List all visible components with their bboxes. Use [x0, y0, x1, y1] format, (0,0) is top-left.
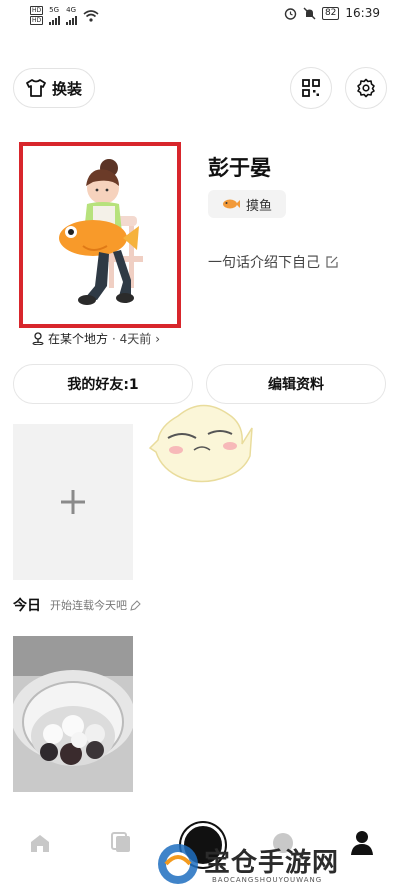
qr-code-button[interactable] — [290, 67, 332, 109]
qr-code-icon — [302, 79, 320, 97]
hd-indicator-1: HD — [30, 6, 44, 15]
cards-icon[interactable] — [110, 831, 132, 853]
mute-bell-icon — [303, 7, 316, 19]
today-label: 今日 — [13, 598, 41, 614]
location-time: · 4天前 — [112, 332, 152, 346]
edit-profile-label: 编辑资料 — [268, 377, 324, 393]
mood-status-tag[interactable]: 摸鱼 — [208, 190, 286, 218]
avatar[interactable] — [19, 142, 181, 328]
hd-indicator-2: HD — [30, 16, 44, 25]
network-type-1: 5G — [49, 5, 60, 14]
tshirt-icon — [26, 79, 46, 97]
status-left: HD HD 5G 4G — [30, 6, 99, 25]
add-post-tile[interactable] — [13, 424, 133, 580]
status-right: 82 16:39 — [284, 6, 380, 20]
watermark-text: 宝仓手游网 — [204, 848, 340, 878]
location-text: 在某个地方 — [48, 332, 109, 346]
status-bar: HD HD 5G 4G 82 16:39 — [0, 0, 400, 30]
streak-text: 开始连载今天吧 — [50, 599, 127, 612]
watermark-subtext: BAOCANGSHOUYOUWANG — [212, 876, 323, 884]
alarm-icon — [284, 7, 297, 20]
plus-icon — [61, 490, 85, 514]
battery-indicator: 82 — [321, 6, 340, 20]
home-icon[interactable] — [29, 833, 51, 853]
change-outfit-button[interactable]: 换装 — [13, 68, 95, 108]
pencil-edit-icon — [130, 599, 141, 611]
mood-status-label: 摸鱼 — [245, 198, 272, 214]
streak-hint[interactable]: 开始连载今天吧 — [50, 597, 141, 613]
change-outfit-label: 换装 — [51, 79, 82, 98]
dessert-photo — [13, 636, 133, 792]
settings-button[interactable] — [345, 67, 387, 109]
site-watermark: 宝仓手游网 BAOCANGSHOUYOUWANG — [152, 838, 392, 888]
network-type-2: 4G — [66, 5, 77, 14]
avatar-illustration — [59, 159, 143, 305]
clock: 16:39 — [345, 6, 380, 20]
fish-icon — [222, 199, 240, 209]
bio-text: 一句话介绍下自己 — [208, 255, 320, 271]
floating-mascot-sticker[interactable] — [148, 398, 256, 490]
wifi-icon — [83, 9, 99, 22]
signal-bars-2-icon — [66, 15, 78, 25]
bio[interactable]: 一句话介绍下自己 — [208, 252, 338, 272]
location-pin-icon — [32, 332, 44, 345]
signal-bars-1-icon — [49, 15, 61, 25]
chevron-right-icon: › — [155, 331, 161, 346]
username: 彭于晏 — [208, 156, 271, 180]
gear-icon — [357, 78, 375, 98]
my-friends-label: 我的好友:1 — [67, 377, 139, 393]
location-info[interactable]: 在某个地方 · 4天前 › — [32, 330, 160, 347]
post-photo-thumbnail[interactable] — [13, 636, 133, 792]
edit-icon — [326, 256, 338, 268]
